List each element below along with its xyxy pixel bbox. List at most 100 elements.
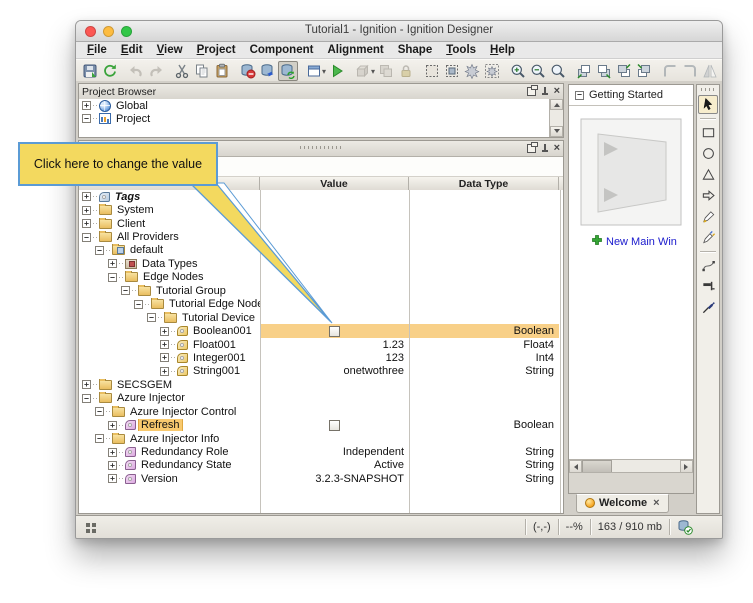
- expand-toggle[interactable]: +: [160, 353, 169, 362]
- expand-toggle[interactable]: +: [160, 327, 169, 336]
- triangle-tool-icon[interactable]: [698, 165, 718, 184]
- close-panel-icon[interactable]: ×: [554, 144, 560, 153]
- order4-icon[interactable]: [634, 61, 654, 81]
- close-tab-icon[interactable]: ×: [653, 497, 659, 509]
- copy-icon[interactable]: [192, 61, 212, 81]
- tree-row[interactable]: +Tags: [79, 190, 563, 203]
- node-label[interactable]: Boolean001: [191, 325, 254, 337]
- flip-horizontal-icon[interactable]: [700, 61, 720, 81]
- menu-edit[interactable]: Edit: [114, 44, 150, 56]
- tree-row[interactable]: −Edge Nodes: [79, 271, 563, 284]
- project-tree-row[interactable]: −Project: [79, 112, 550, 125]
- tree-row[interactable]: − default: [79, 244, 563, 257]
- menu-file[interactable]: File: [80, 44, 114, 56]
- node-label[interactable]: Tutorial Device: [180, 312, 257, 324]
- value-checkbox[interactable]: [329, 326, 340, 337]
- pen-tool-icon[interactable]: [698, 207, 718, 226]
- rect-tool-icon[interactable]: [698, 123, 718, 142]
- arrow-tool-icon[interactable]: [698, 186, 718, 205]
- menu-project[interactable]: Project: [190, 44, 243, 56]
- node-label[interactable]: Refresh: [139, 419, 182, 431]
- value-cell[interactable]: [260, 298, 409, 311]
- order-icon[interactable]: [574, 61, 594, 81]
- node-label[interactable]: Version: [139, 473, 180, 485]
- node-label[interactable]: Integer001: [191, 352, 248, 364]
- value-cell[interactable]: [260, 190, 409, 203]
- expand-toggle[interactable]: +: [160, 367, 169, 376]
- node-label[interactable]: Float001: [191, 339, 238, 351]
- collapse-toggle[interactable]: −: [147, 313, 156, 322]
- shape-union-icon[interactable]: [376, 61, 396, 81]
- scroll-down-icon[interactable]: [550, 126, 563, 137]
- tree-row[interactable]: −Tutorial Group: [79, 284, 563, 297]
- export-icon[interactable]: [100, 61, 120, 81]
- menu-alignment[interactable]: Alignment: [320, 44, 390, 56]
- value-cell[interactable]: 1.23: [260, 338, 409, 351]
- node-label[interactable]: Azure Injector Control: [128, 406, 238, 418]
- value-cell[interactable]: [260, 378, 409, 391]
- shape-group-icon[interactable]: [353, 61, 373, 81]
- tree-row[interactable]: +Data Types: [79, 257, 563, 270]
- value-cell[interactable]: Active: [260, 459, 409, 472]
- project-tree-row[interactable]: + Global: [79, 99, 550, 112]
- flip-vertical-icon[interactable]: [720, 61, 722, 81]
- db-sync-icon[interactable]: [278, 61, 298, 81]
- play-icon[interactable]: [327, 61, 347, 81]
- value-cell[interactable]: [260, 392, 409, 405]
- value-cell[interactable]: [260, 271, 409, 284]
- cut-icon[interactable]: [172, 61, 192, 81]
- node-label[interactable]: Client: [115, 218, 147, 230]
- node-label[interactable]: Azure Injector Info: [128, 433, 221, 445]
- value-cell[interactable]: [260, 432, 409, 445]
- pointer-icon[interactable]: [698, 95, 718, 114]
- tree-row[interactable]: −Azure Injector: [79, 392, 563, 405]
- tree-row[interactable]: +Redundancy StateActiveString: [79, 459, 563, 472]
- lock-icon[interactable]: [396, 61, 416, 81]
- value-cell[interactable]: onetwothree: [260, 365, 409, 378]
- float-panel-icon[interactable]: [527, 87, 536, 96]
- value-cell[interactable]: [260, 244, 409, 257]
- save-icon[interactable]: [80, 61, 100, 81]
- value-cell[interactable]: [260, 230, 409, 243]
- scroll-up-icon[interactable]: [550, 99, 563, 110]
- value-cell[interactable]: [260, 311, 409, 324]
- paste-icon[interactable]: [212, 61, 232, 81]
- grid-toggle-icon[interactable]: [86, 523, 90, 527]
- undo-icon[interactable]: [126, 61, 146, 81]
- order2-icon[interactable]: [594, 61, 614, 81]
- node-label[interactable]: default: [128, 244, 165, 256]
- polyline-tool-icon[interactable]: [698, 256, 718, 275]
- collapse-toggle[interactable]: −: [82, 114, 91, 123]
- menu-view[interactable]: View: [150, 44, 190, 56]
- db-export-icon[interactable]: [258, 61, 278, 81]
- pin-panel-icon[interactable]: [541, 144, 549, 153]
- expand-toggle[interactable]: +: [82, 101, 91, 110]
- select-touch2-icon[interactable]: [482, 61, 502, 81]
- tree-row[interactable]: +Version3.2.3-SNAPSHOTString: [79, 472, 563, 485]
- node-label[interactable]: Redundancy Role: [139, 446, 230, 458]
- expand-toggle[interactable]: +: [108, 474, 117, 483]
- window-new-icon[interactable]: [304, 61, 324, 81]
- value-cell[interactable]: 3.2.3-SNAPSHOT: [260, 472, 409, 485]
- pin-panel-icon[interactable]: [541, 87, 549, 96]
- value-checkbox[interactable]: [329, 420, 340, 431]
- order3-icon[interactable]: [614, 61, 634, 81]
- tree-row[interactable]: +Client: [79, 217, 563, 230]
- collapse-toggle[interactable]: −: [134, 300, 143, 309]
- node-label[interactable]: Redundancy State: [139, 459, 234, 471]
- zoom-actual-icon[interactable]: [548, 61, 568, 81]
- node-label[interactable]: Tutorial Edge Node: [167, 298, 260, 310]
- value-cell[interactable]: [260, 284, 409, 297]
- menu-shape[interactable]: Shape: [391, 44, 440, 56]
- tree-row[interactable]: +Float0011.23Float4: [79, 338, 563, 351]
- node-label[interactable]: Tags: [113, 191, 142, 203]
- collapse-toggle[interactable]: −: [95, 246, 104, 255]
- node-label[interactable]: Azure Injector: [115, 392, 187, 404]
- zoom-in-icon[interactable]: [508, 61, 528, 81]
- collapse-toggle[interactable]: −: [95, 407, 104, 416]
- value-cell[interactable]: [260, 203, 409, 216]
- node-label[interactable]: Global: [114, 100, 150, 112]
- tree-row[interactable]: − Tutorial Device: [79, 311, 563, 324]
- select-touch-icon[interactable]: [462, 61, 482, 81]
- redo-icon[interactable]: [146, 61, 166, 81]
